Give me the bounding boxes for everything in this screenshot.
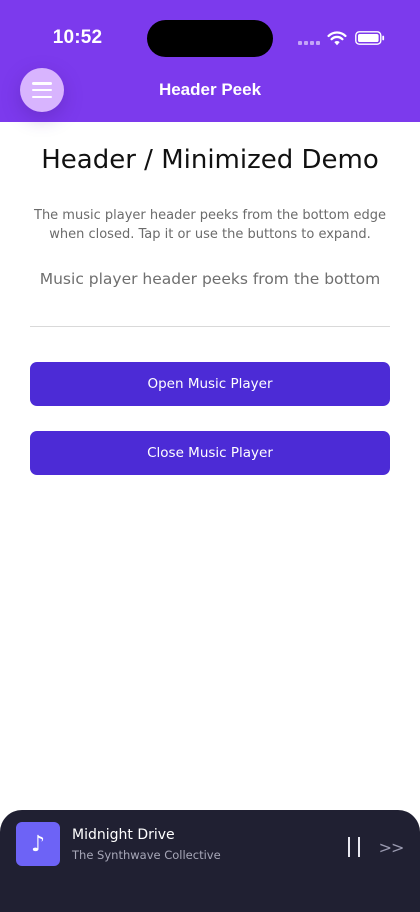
battery-icon (355, 31, 385, 45)
page-description: The music player header peeks from the b… (34, 208, 386, 242)
music-note-icon: ♪ (30, 831, 46, 857)
page-subtext: Music player header peeks from the botto… (39, 270, 381, 288)
page-title: Header / Minimized Demo (41, 145, 379, 175)
pause-icon (348, 837, 360, 857)
cellular-signal-icon (298, 40, 322, 45)
pause-button[interactable] (341, 834, 367, 860)
open-music-player-button[interactable]: Open Music Player (30, 362, 390, 406)
dynamic-island (147, 20, 273, 57)
wifi-icon (327, 31, 347, 46)
mini-player-header[interactable]: ♪ Midnight Drive The Synthwave Collectiv… (0, 810, 420, 912)
next-track-button[interactable]: >> (377, 834, 405, 860)
track-title: Midnight Drive (72, 827, 175, 843)
album-art: ♪ (16, 822, 60, 866)
divider (30, 326, 390, 327)
header-title: Header Peek (158, 80, 262, 99)
close-music-player-button[interactable]: Close Music Player (30, 431, 390, 475)
next-icon: >> (378, 837, 405, 857)
track-artist: The Synthwave Collective (72, 848, 221, 862)
status-time: 10:52 (52, 27, 103, 48)
app-header: 10:52 Header Peek (0, 0, 420, 122)
